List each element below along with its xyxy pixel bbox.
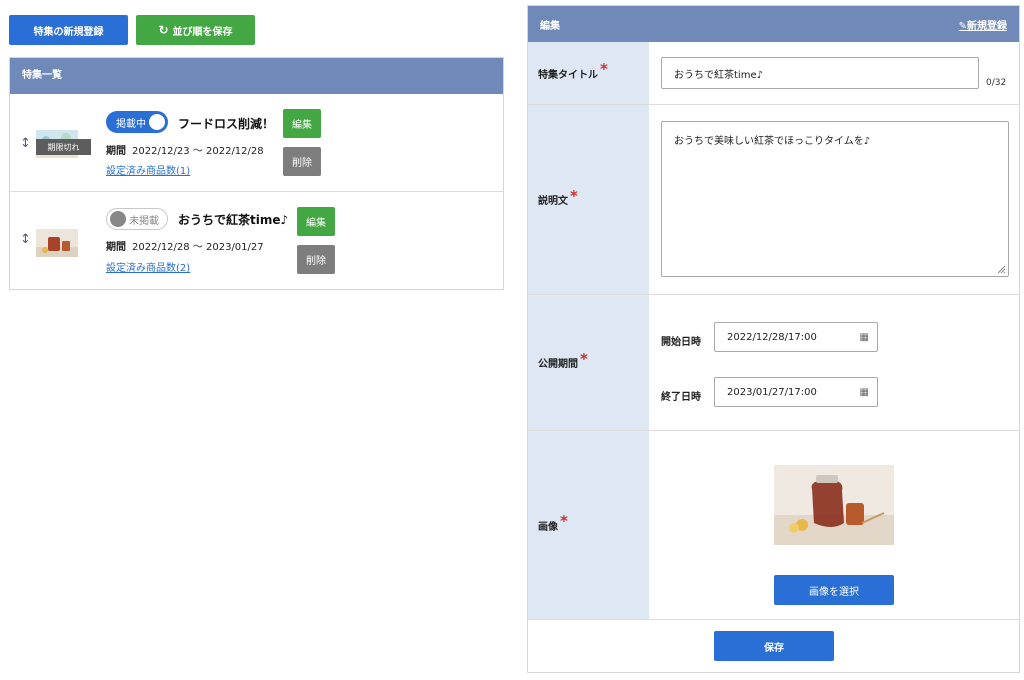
resize-grip-icon[interactable]: [997, 265, 1006, 274]
calendar-icon[interactable]: ▦: [860, 332, 869, 343]
period-value: 2022/12/23 ～ 2022/12/28: [132, 146, 264, 157]
toggle-knob: [149, 114, 165, 130]
period-value: 2022/12/28 ～ 2023/01/27: [132, 242, 264, 253]
feature-thumbnail: [36, 229, 78, 257]
save-order-label: 並び順を保存: [172, 26, 233, 38]
feature-period: 期間 2022/12/23 ～ 2022/12/28: [106, 142, 264, 157]
expired-badge: 期限切れ: [36, 139, 91, 155]
feature-title: おうちで紅茶time♪: [178, 213, 289, 227]
publish-status-label: 未掲載: [129, 215, 159, 227]
delete-button[interactable]: 削除: [297, 245, 335, 274]
new-register-label: 新規登録: [967, 20, 1007, 32]
period-label: 期間: [106, 242, 126, 253]
image-label: 画像 *: [528, 431, 649, 619]
required-mark: *: [570, 186, 578, 205]
description-label: 説明文 *: [528, 105, 649, 294]
new-feature-button[interactable]: 特集の新規登録: [9, 15, 128, 45]
title-input[interactable]: おうちで紅茶time♪: [661, 57, 979, 89]
title-row: 特集タイトル * おうちで紅茶time♪ 0/32: [528, 42, 1019, 105]
products-count-link[interactable]: 設定済み商品数(1): [106, 162, 190, 177]
required-mark: *: [600, 60, 608, 78]
select-image-button[interactable]: 画像を選択: [774, 575, 894, 605]
title-label: 特集タイトル *: [528, 42, 649, 104]
title-char-counter: 0/32: [986, 78, 1007, 88]
period-label: 期間: [106, 146, 126, 157]
edit-header-title: 編集: [540, 20, 560, 32]
save-button[interactable]: 保存: [714, 631, 834, 661]
new-feature-label: 特集の新規登録: [33, 26, 104, 38]
required-mark: *: [560, 512, 568, 530]
feature-title: フードロス削減！: [178, 117, 275, 131]
drag-handle-icon[interactable]: ↕: [20, 232, 31, 247]
end-datetime-value: 2023/01/27/17:00: [727, 386, 817, 398]
calendar-icon[interactable]: ▦: [860, 387, 869, 398]
delete-button[interactable]: 削除: [283, 147, 321, 176]
save-order-button[interactable]: ↻ 並び順を保存: [136, 15, 255, 45]
publish-toggle[interactable]: 未掲載: [106, 208, 168, 230]
edit-button[interactable]: 編集: [297, 207, 335, 236]
publish-period-label: 公開期間 *: [528, 295, 649, 430]
list-item: ↕ 期限切れ 掲載中 フードロス削減！ 期間 2022/12/23 ～ 2022/…: [10, 94, 503, 192]
new-register-link[interactable]: ✎新規登録: [959, 17, 1007, 32]
feature-list-header: 特集一覧: [10, 58, 503, 94]
feature-list-panel: 特集一覧 ↕ 期限切れ 掲載中 フードロス削減！ 期間 2022/12/23 ～ …: [9, 57, 504, 290]
list-item: ↕ 未掲載 おうちで紅茶time♪ 期間 2022/12/28 ～ 2023/01…: [10, 193, 503, 291]
feature-image-preview: [774, 465, 894, 545]
publish-status-label: 掲載中: [116, 118, 146, 130]
edit-panel: 編集 ✎新規登録 特集タイトル * おうちで紅茶time♪ 0/32 説明文 * お…: [527, 5, 1020, 673]
publish-toggle[interactable]: 掲載中: [106, 111, 168, 133]
start-datetime-input[interactable]: 2022/12/28/17:00 ▦: [714, 322, 878, 352]
description-value: おうちで美味しい紅茶でほっこりタイムを♪: [674, 136, 871, 147]
end-datetime-label: 終了日時: [661, 392, 701, 403]
edit-button[interactable]: 編集: [283, 109, 321, 138]
edit-square-icon: ✎: [958, 20, 967, 32]
start-datetime-value: 2022/12/28/17:00: [727, 331, 817, 343]
required-mark: *: [580, 349, 588, 368]
drag-handle-icon[interactable]: ↕: [20, 136, 31, 151]
refresh-icon: ↻: [158, 23, 169, 37]
description-row: 説明文 * おうちで美味しい紅茶でほっこりタイムを♪: [528, 105, 1019, 295]
toggle-knob: [110, 211, 126, 227]
feature-period: 期間 2022/12/28 ～ 2023/01/27: [106, 238, 264, 253]
description-textarea[interactable]: おうちで美味しい紅茶でほっこりタイムを♪: [661, 121, 1009, 277]
products-count-link[interactable]: 設定済み商品数(2): [106, 259, 190, 274]
end-datetime-input[interactable]: 2023/01/27/17:00 ▦: [714, 377, 878, 407]
publish-period-row: 公開期間 * 開始日時 2022/12/28/17:00 ▦ 終了日時 2023/…: [528, 295, 1019, 431]
image-row: 画像 * 画像を選択: [528, 431, 1019, 620]
edit-header: 編集 ✎新規登録: [528, 6, 1019, 42]
start-datetime-label: 開始日時: [661, 337, 701, 348]
title-input-value: おうちで紅茶time♪: [674, 69, 763, 81]
